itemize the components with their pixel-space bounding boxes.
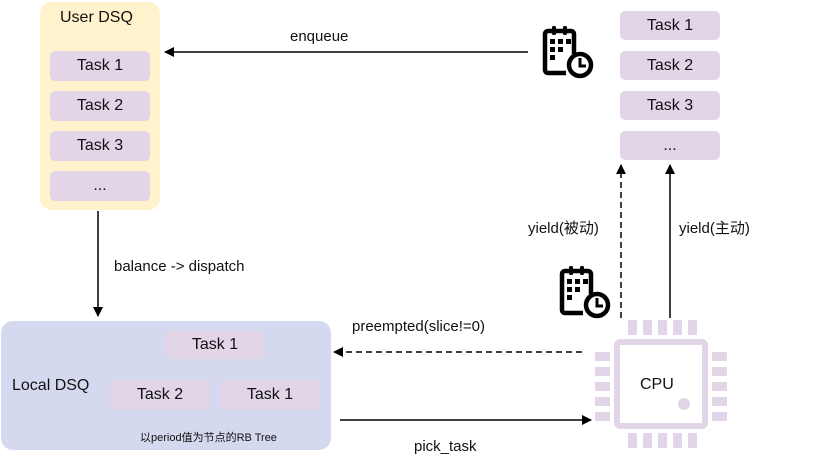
user-dsq-task: ... [50, 171, 150, 201]
tree-node-right: Task 1 [220, 380, 320, 410]
queue-task: Task 1 [620, 11, 720, 40]
diagram-canvas: User DSQ Task 1 Task 2 Task 3 ... Task 1… [0, 0, 814, 460]
local-dsq-title: Local DSQ [12, 377, 90, 394]
yield-passive-label: yield(被动) [528, 220, 599, 237]
cpu-label: CPU [640, 376, 674, 393]
rb-tree-note: 以period值为节点的RB Tree [140, 432, 277, 444]
user-dsq-task: Task 3 [50, 131, 150, 161]
balance-dispatch-label: balance -> dispatch [114, 258, 245, 275]
user-dsq-task: Task 1 [50, 51, 150, 81]
yield-active-label: yield(主动) [679, 220, 750, 237]
calendar-clock-icon [559, 266, 611, 319]
tree-node-root: Task 1 [165, 331, 265, 359]
tree-node-left: Task 2 [110, 380, 210, 410]
queue-task: Task 2 [620, 51, 720, 80]
user-dsq-task: Task 2 [50, 91, 150, 121]
queue-task: Task 3 [620, 91, 720, 120]
user-dsq-title: User DSQ [60, 9, 133, 26]
calendar-clock-icon [542, 26, 594, 79]
pick-task-label: pick_task [414, 438, 477, 455]
preempted-label: preempted(slice!=0) [352, 318, 485, 335]
enqueue-label: enqueue [290, 28, 349, 45]
queue-task: ... [620, 131, 720, 160]
